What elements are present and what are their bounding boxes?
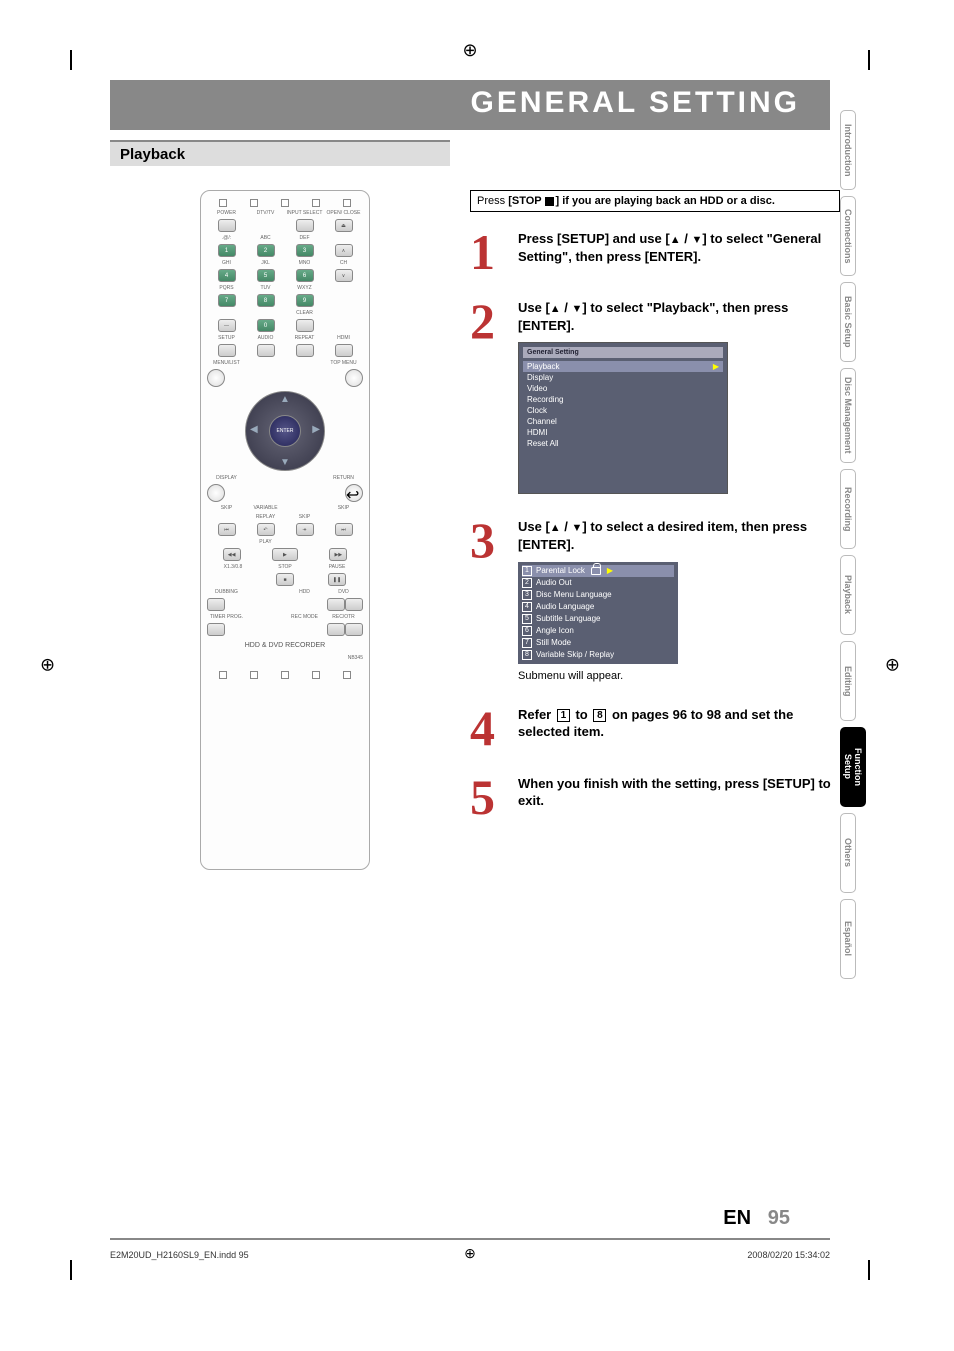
registration-mark-right: ⊕ [885,655,900,676]
step-2: 2 Use [▲ / ▼] to select "Playback", then… [470,299,840,494]
remote-illustration: POWERDTV/TVINPUT SELECTOPEN/ CLOSE ⏏ .@/… [200,190,370,870]
tab-basic-setup: Basic Setup [840,282,856,362]
title-bar: GENERAL SETTING [110,80,830,130]
registration-mark-bottom: ⊕ [464,1245,476,1262]
notice-box: Press [STOP ] if you are playing back an… [470,190,840,212]
menu-item: Video [527,384,547,393]
section-bar: Playback [110,140,450,166]
menu-item: HDMI [527,428,547,437]
stop-icon [545,197,554,206]
tab-introduction: Introduction [840,110,856,190]
registration-mark-top: ⊕ [462,40,477,61]
menu-item: Playback [527,362,559,371]
crop-mark [868,1260,870,1280]
playback-submenu: 1Parental Lock▶ 2Audio Out 3Disc Menu La… [518,562,678,664]
tab-disc-management: Disc Management [840,368,856,463]
submenu-item: Angle Icon [536,626,574,635]
step-subtext: Submenu will appear. [518,670,840,682]
page-title: GENERAL SETTING [471,86,800,120]
tab-connections: Connections [840,196,856,276]
crop-mark [868,50,870,70]
footer-meta-right: 2008/02/20 15:34:02 [747,1250,830,1260]
tab-function-setup: Function Setup [840,727,866,807]
notice-text: Press [477,195,508,207]
page-number: 95 [768,1207,790,1229]
submenu-item: Disc Menu Language [536,590,612,599]
page-footer: EN 95 [723,1207,790,1230]
menu-arrow-icon: ▶ [607,566,613,575]
tab-espanol: Español [840,899,856,979]
menu-arrow-icon: ▶ [713,362,719,371]
lock-icon [591,567,601,575]
tab-playback: Playback [840,555,856,635]
crop-mark [70,1260,72,1280]
step-text: Press [SETUP] and use [▲ / ▼] to select … [518,230,840,265]
footer-meta-left: E2M20UD_H2160SL9_EN.indd 95 [110,1250,249,1260]
menu-item: Clock [527,406,547,415]
step-number: 3 [470,518,518,681]
submenu-item: Variable Skip / Replay [536,650,614,659]
menu-header: General Setting [527,349,579,356]
crop-mark [70,50,72,70]
tab-others: Others [840,813,856,893]
step-text: Refer 1 to 8 on pages 96 to 98 and set t… [518,706,840,741]
submenu-item: Subtitle Language [536,614,601,623]
section-title: Playback [110,142,450,167]
step-5: 5 When you finish with the setting, pres… [470,775,840,820]
footer-rule [110,1238,830,1240]
step-text: When you finish with the setting, press … [518,775,840,810]
submenu-item: Audio Language [536,602,594,611]
menu-item: Recording [527,395,563,404]
step-text: Use [▲ / ▼] to select "Playback", then p… [518,299,840,334]
menu-item: Channel [527,417,557,426]
menu-item: Display [527,373,553,382]
side-tabs: Introduction Connections Basic Setup Dis… [840,110,862,985]
submenu-item: Audio Out [536,578,572,587]
tab-editing: Editing [840,641,856,721]
step-4: 4 Refer 1 to 8 on pages 96 to 98 and set… [470,706,840,751]
step-3: 3 Use [▲ / ▼] to select a desired item, … [470,518,840,681]
submenu-item: Parental Lock [536,566,585,575]
step-number: 1 [470,230,518,275]
lang-code: EN [723,1207,751,1229]
menu-item: Reset All [527,439,559,448]
general-setting-menu: General Setting Playback▶ Display Video … [518,342,728,494]
tab-recording: Recording [840,469,856,549]
step-number: 5 [470,775,518,820]
step-1: 1 Press [SETUP] and use [▲ / ▼] to selec… [470,230,840,275]
step-number: 4 [470,706,518,751]
step-number: 2 [470,299,518,494]
registration-mark-left: ⊕ [40,655,55,676]
submenu-item: Still Mode [536,638,571,647]
step-text: Use [▲ / ▼] to select a desired item, th… [518,518,840,553]
